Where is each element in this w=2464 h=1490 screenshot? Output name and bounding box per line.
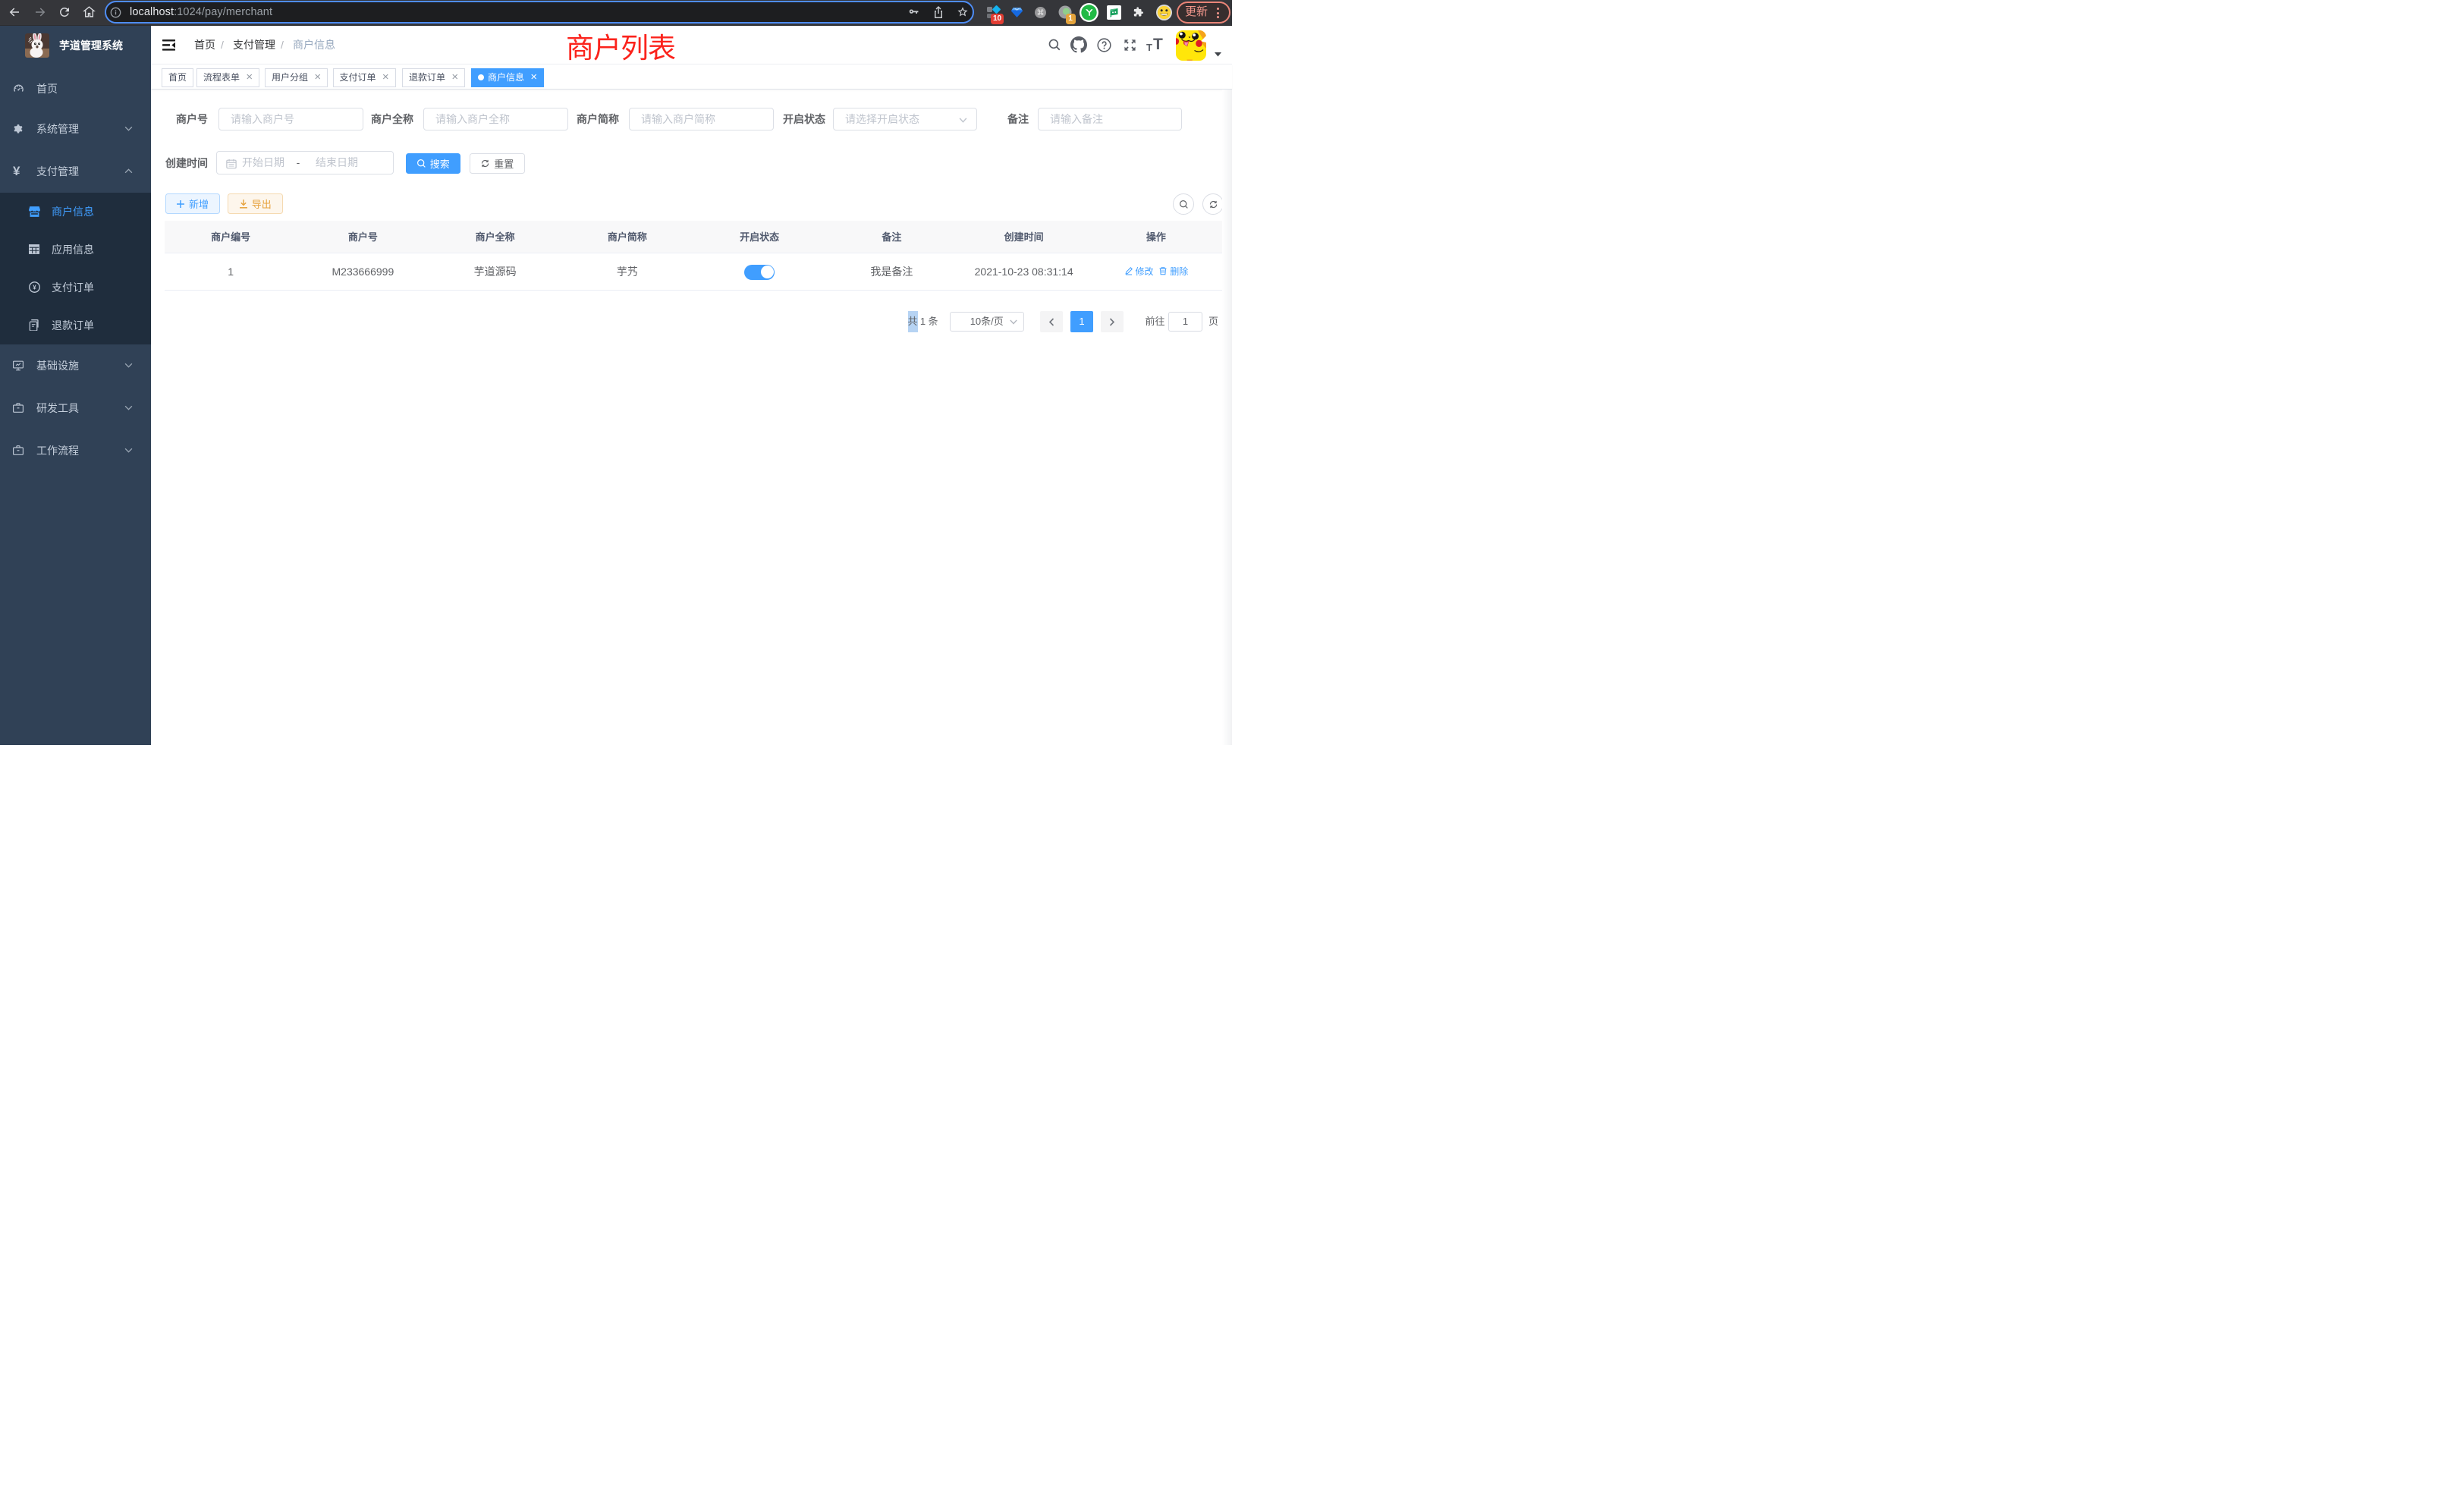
svg-text:¥: ¥ — [33, 284, 36, 291]
svg-text:⌘: ⌘ — [1037, 9, 1045, 17]
